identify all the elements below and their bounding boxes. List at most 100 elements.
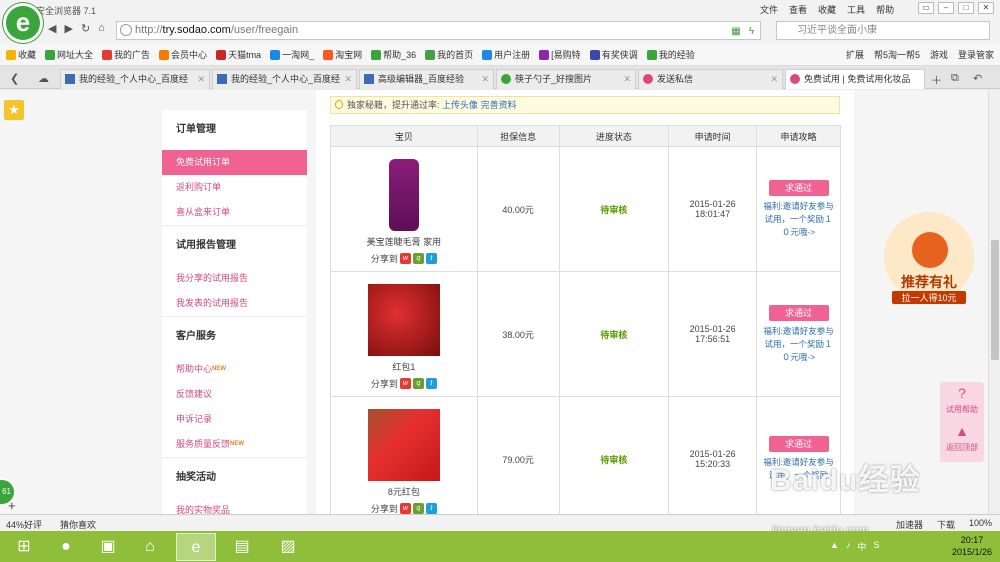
bookmark-item[interactable]: 帮助_36 (371, 48, 416, 61)
extensions-button[interactable]: 扩展 (846, 48, 864, 61)
media-app-icon[interactable]: ● (46, 533, 86, 561)
cloud-icon[interactable]: ☁ (38, 72, 49, 85)
menu-tools[interactable]: 工具 (847, 3, 865, 16)
accelerator-button[interactable]: 加速器 (896, 518, 923, 531)
rating-status[interactable]: 44%好评 (6, 518, 42, 531)
invite-link[interactable]: 福利:邀请好友参与试用，一个奖励１０元哦-> (757, 325, 840, 364)
favorite-star-icon[interactable]: ★ (4, 100, 24, 120)
scrollbar-thumb[interactable] (991, 240, 999, 360)
browser-taskbar-icon[interactable]: e (176, 533, 216, 561)
product-name[interactable]: 美宝莲睫毛膏 家用 (331, 235, 477, 248)
home-app-icon[interactable]: ⌂ (130, 533, 170, 561)
store-icon[interactable]: ▣ (88, 533, 128, 561)
start-icon[interactable]: ⊞ (4, 533, 44, 561)
games-link[interactable]: 游戏 (930, 48, 948, 61)
forward-icon[interactable]: ▶ (64, 22, 72, 35)
promo-link[interactable]: 帮5淘一帮5 (874, 48, 920, 61)
back-icon[interactable]: ◀ (48, 22, 56, 35)
complete-profile-link[interactable]: 完善资料 (481, 100, 517, 110)
download-button[interactable]: 下载 (937, 518, 955, 531)
guess-you-like[interactable]: 猜你喜欢 (60, 518, 96, 531)
sidebar-item-prizes[interactable]: 我的实物奖品 (162, 498, 307, 514)
back-to-top-button[interactable]: ▲ 返回顶部 (940, 420, 984, 462)
tab[interactable]: 高级编辑器_百度经验 ✕ (359, 69, 494, 89)
bookmark-item[interactable]: 天猫tma (216, 48, 261, 61)
undo-close-icon[interactable]: ↶ (973, 72, 982, 85)
invite-link[interactable]: 福利:邀请好友参与试用，一个奖励１０元哦-> (757, 200, 840, 239)
request-approval-button[interactable]: 求通过 (768, 436, 829, 452)
bookmark-item[interactable]: [易购特 (539, 48, 581, 61)
tab[interactable]: 我的经验_个人中心_百度经 ✕ (60, 69, 210, 89)
referral-promo[interactable]: 推荐有礼 拉一人得10元 (884, 212, 974, 304)
tab-active[interactable]: 免费试用 | 免费试用化妆品 (785, 69, 925, 89)
network-icon[interactable]: ▲ (830, 540, 839, 553)
menu-favorites[interactable]: 收藏 (818, 3, 836, 16)
grid-icon[interactable]: ▦ (731, 23, 740, 40)
tencent-weibo-icon[interactable]: t (425, 253, 437, 264)
qzone-icon[interactable]: q (412, 503, 424, 514)
bookmark-item[interactable]: 网址大全 (45, 48, 93, 61)
bookmark-favorites[interactable]: 收藏 (6, 48, 36, 61)
tab-scroll-left-icon[interactable]: ❮ (10, 72, 19, 85)
upload-avatar-link[interactable]: 上传头像 (442, 100, 478, 110)
home-icon[interactable]: ⌂ (98, 22, 105, 35)
login-manager-link[interactable]: 登录管家 (958, 48, 994, 61)
refresh-icon[interactable]: ↻ (81, 22, 90, 35)
weibo-icon[interactable]: w (399, 253, 411, 264)
tab[interactable]: 我的经验_个人中心_百度经 ✕ (212, 69, 357, 89)
tab[interactable]: 筷子勺子_好搜图片 ✕ (496, 69, 636, 89)
search-input[interactable]: 习近平谈全面小康 (776, 21, 990, 40)
image-viewer-icon[interactable]: ▨ (268, 533, 308, 561)
skin-icon[interactable]: ▭ (918, 2, 934, 14)
ime-indicator[interactable]: 中 (857, 540, 866, 553)
zoom-level[interactable]: 100% (969, 518, 992, 531)
product-image-mascara[interactable] (388, 159, 419, 231)
tab[interactable]: 发送私信 ✕ (638, 69, 783, 89)
close-tab-icon[interactable]: ✕ (197, 70, 205, 88)
close-tab-icon[interactable]: ✕ (481, 70, 489, 88)
sidebar-item-service-quality[interactable]: 服务质量反馈NEW (162, 432, 307, 457)
bookmark-item[interactable]: 一淘网_ (270, 48, 314, 61)
bookmark-item[interactable]: 我的经验 (646, 48, 695, 61)
bookmark-item[interactable]: 会员中心 (159, 48, 207, 61)
tencent-weibo-icon[interactable]: t (425, 378, 437, 389)
sidebar-item-box-orders[interactable]: 喜从盒来订单 (162, 200, 307, 225)
qzone-icon[interactable]: q (412, 378, 424, 389)
sidebar-item-published-reports[interactable]: 我发表的试用报告 (162, 291, 307, 316)
sidebar-item-free-trial-orders[interactable]: 免费试用订单 (162, 150, 307, 175)
tab-list-icon[interactable]: ⧉ (951, 72, 959, 85)
qzone-icon[interactable]: q (412, 253, 424, 264)
bookmark-item[interactable]: 我的广告 (102, 48, 150, 61)
maximize-icon[interactable]: □ (958, 2, 974, 14)
bookmark-item[interactable]: 用户注册 (482, 48, 530, 61)
trial-help-button[interactable]: ? 试用帮助 (940, 382, 984, 424)
lightning-icon[interactable]: ϟ (749, 23, 754, 40)
tencent-weibo-icon[interactable]: t (425, 503, 437, 514)
sidebar-item-help-center[interactable]: 帮助中心NEW (162, 357, 307, 382)
sogou-icon[interactable]: S (873, 540, 879, 553)
request-approval-button[interactable]: 求通过 (768, 304, 829, 321)
product-image-red-envelope-8[interactable] (367, 409, 440, 481)
weibo-icon[interactable]: w (399, 503, 411, 514)
browser-logo-icon[interactable]: e (3, 3, 43, 43)
clock[interactable]: 20:17 2015/1/26 (946, 534, 998, 558)
page-scrollbar[interactable] (988, 90, 1000, 514)
close-tab-icon[interactable]: ✕ (770, 70, 778, 88)
close-tab-icon[interactable]: ✕ (623, 70, 631, 88)
sidebar-item-feedback[interactable]: 反馈建议 (162, 382, 307, 407)
bookmark-item[interactable]: 淘宝网 (323, 48, 362, 61)
product-name[interactable]: 8元红包 (331, 485, 477, 498)
menu-file[interactable]: 文件 (760, 3, 778, 16)
url-input[interactable]: http://try.sodao.com/user/freegain ▦ ϟ (116, 21, 761, 40)
request-approval-button[interactable]: 求通过 (768, 179, 829, 196)
minimize-icon[interactable]: – (938, 2, 954, 14)
menu-help[interactable]: 帮助 (876, 3, 894, 16)
sidebar-item-shared-reports[interactable]: 我分享的试用报告 (162, 266, 307, 291)
new-tab-icon[interactable]: ＋ (931, 72, 942, 88)
product-image-red-envelope[interactable] (367, 284, 440, 356)
sidebar-item-complaints[interactable]: 申诉记录 (162, 407, 307, 432)
weibo-icon[interactable]: w (399, 378, 411, 389)
plus-icon[interactable]: + (8, 498, 16, 513)
volume-icon[interactable]: ♪ (846, 540, 851, 553)
menu-view[interactable]: 查看 (789, 3, 807, 16)
